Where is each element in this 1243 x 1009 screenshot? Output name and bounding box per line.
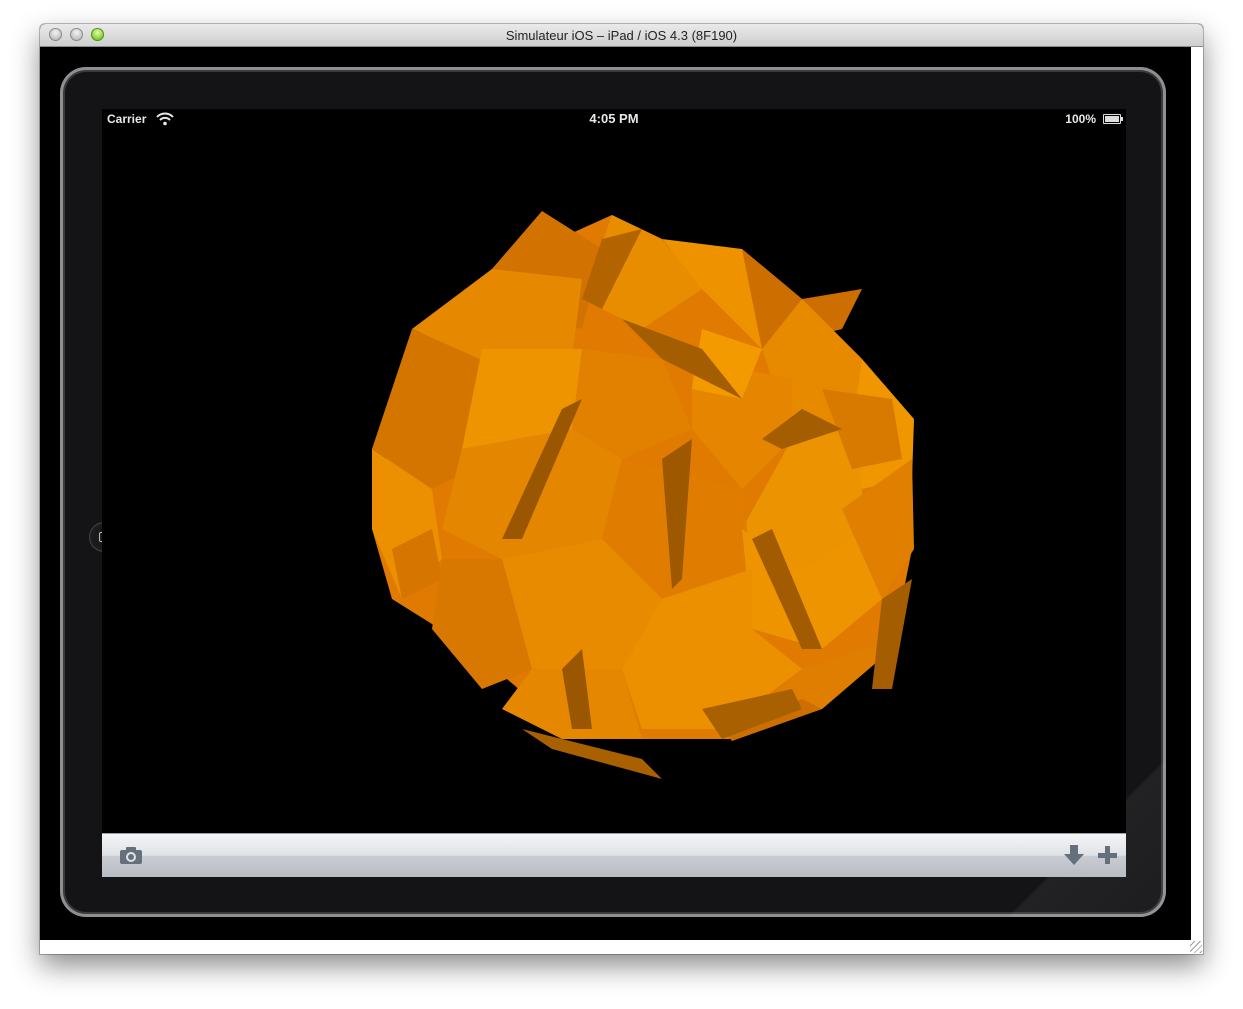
plus-icon[interactable] xyxy=(1094,843,1120,867)
resize-grip[interactable] xyxy=(1190,941,1202,953)
battery-icon xyxy=(1103,114,1123,124)
status-time: 4:05 PM xyxy=(589,111,639,126)
simulator-window: Simulateur iOS – iPad / iOS 4.3 (8F190) … xyxy=(40,24,1203,954)
battery-percent: 100% xyxy=(1065,112,1096,126)
ipad-screen: Carrier 4:05 PM 100% xyxy=(102,109,1126,877)
window-title: Simulateur iOS – iPad / iOS 4.3 (8F190) xyxy=(505,28,738,43)
window-right-edge xyxy=(1191,47,1203,940)
title-bar[interactable]: Simulateur iOS – iPad / iOS 4.3 (8F190) xyxy=(40,24,1203,47)
polyhedron-render[interactable] xyxy=(102,129,1126,833)
polyhedron-shape xyxy=(372,211,914,779)
download-arrow-icon[interactable] xyxy=(1061,843,1087,867)
status-bar: Carrier 4:05 PM 100% xyxy=(102,109,1126,129)
camera-icon[interactable] xyxy=(118,843,144,867)
window-bottom-edge xyxy=(40,940,1203,954)
bottom-toolbar xyxy=(102,833,1126,877)
